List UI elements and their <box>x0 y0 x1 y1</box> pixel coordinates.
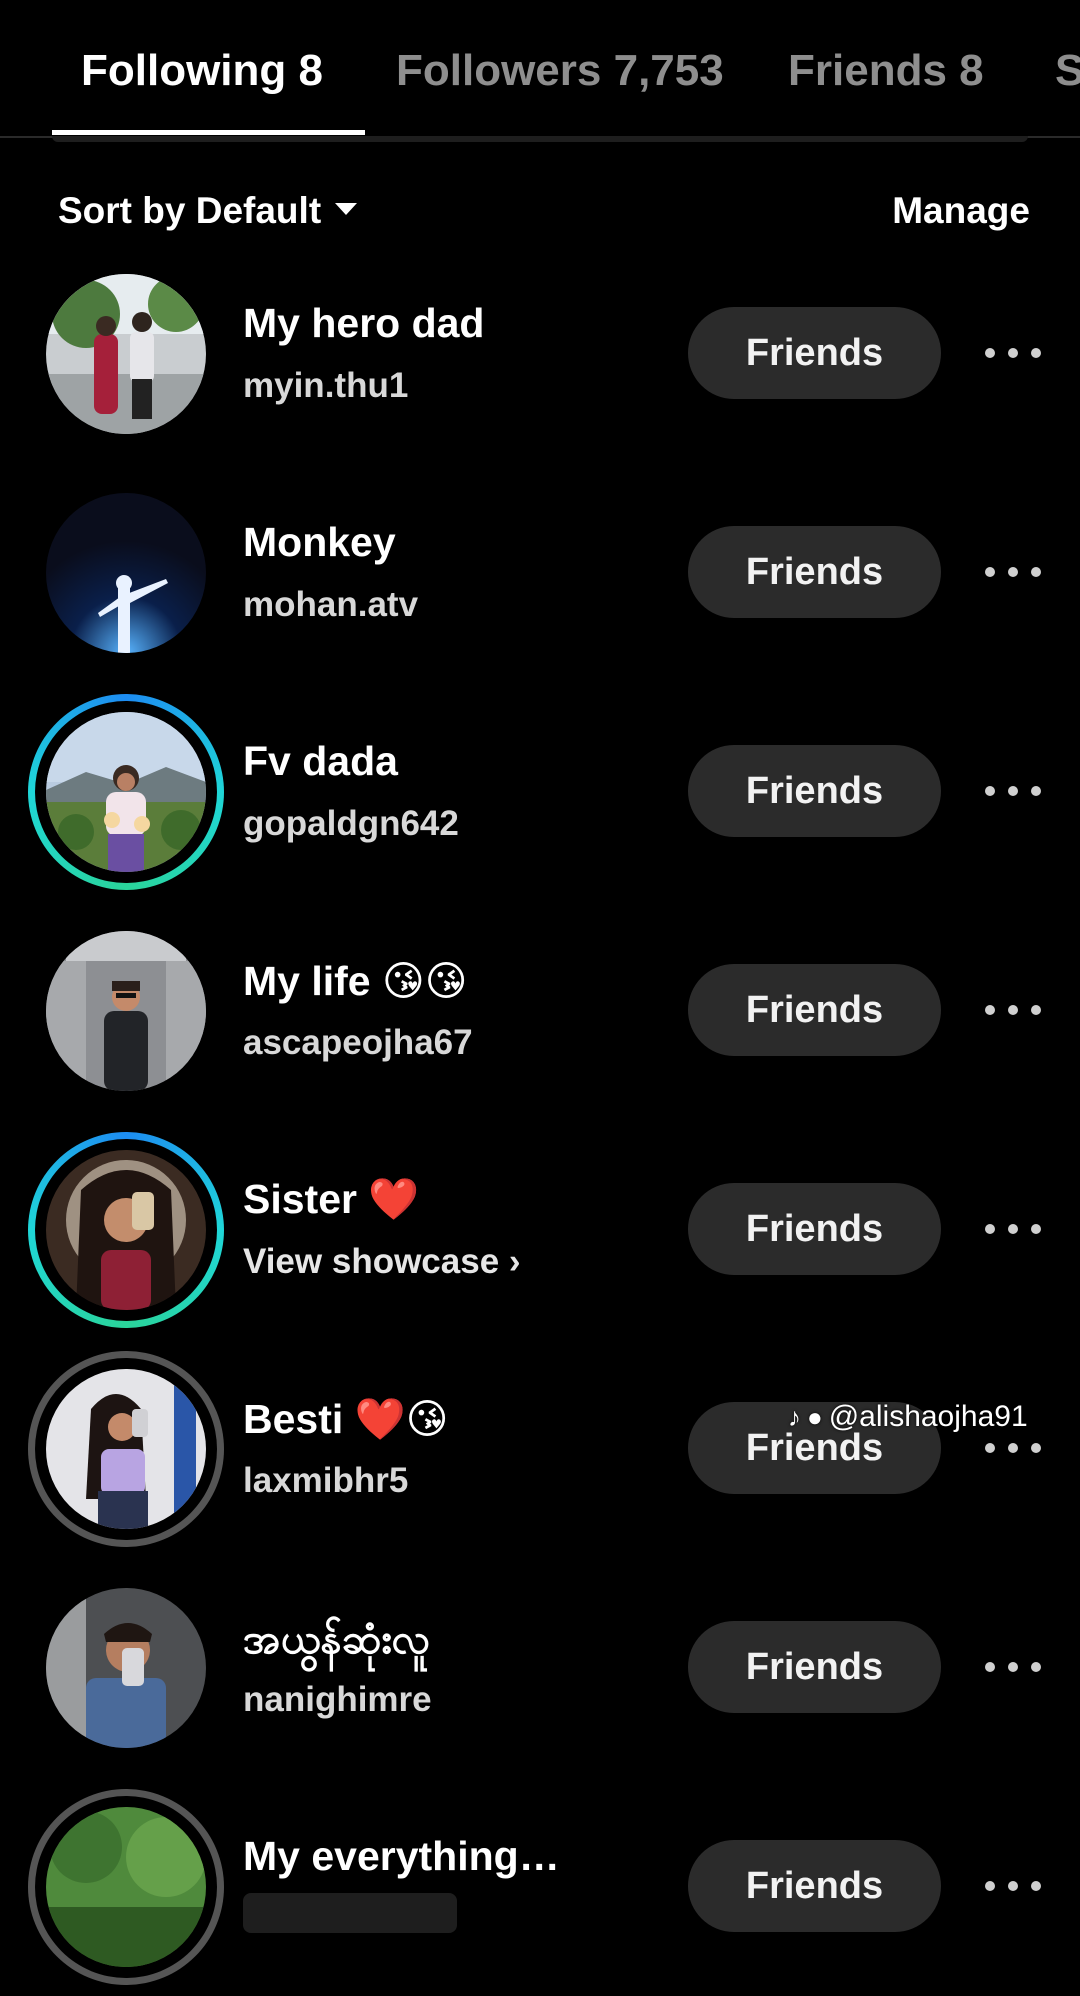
display-name: My hero dad <box>243 300 485 346</box>
tab-friends[interactable]: Friends 8 <box>788 46 984 96</box>
more-options-icon[interactable] <box>985 1212 1041 1246</box>
display-name: My everything… <box>243 1833 560 1879</box>
username: gopaldgn642 <box>243 804 459 843</box>
display-name: My life 😘😘 <box>243 958 468 1004</box>
search-bar-edge <box>52 136 1028 142</box>
tab-bar: Following 8 Followers 7,753 Friends 8 S <box>0 0 1080 138</box>
friends-button[interactable]: Friends <box>688 1621 941 1713</box>
person-icon: ● <box>807 1401 823 1432</box>
tiktok-icon: ♪ <box>788 1401 801 1432</box>
list-item[interactable]: အယွန်ဆုံးလူ nanighimre Friends <box>0 1558 1080 1777</box>
more-options-icon[interactable] <box>985 1431 1041 1465</box>
list-item[interactable]: Fv dada gopaldgn642 Friends <box>0 682 1080 901</box>
username: laxmibhr5 <box>243 1461 409 1500</box>
more-options-icon[interactable] <box>985 774 1041 808</box>
manage-button[interactable]: Manage <box>892 190 1030 232</box>
watermark: ♪ ● @alishaojha91 <box>788 1400 1028 1434</box>
sort-label: Sort by Default <box>58 190 322 231</box>
avatar[interactable] <box>46 1150 206 1310</box>
avatar[interactable] <box>46 712 206 872</box>
list-item[interactable]: Monkey mohan.atv Friends <box>0 463 1080 682</box>
list-item[interactable]: Sister ❤️ View showcase › Friends <box>0 1120 1080 1339</box>
caret-down-icon <box>335 203 358 216</box>
view-showcase-link[interactable]: View showcase › <box>243 1242 521 1282</box>
more-options-icon[interactable] <box>985 1650 1041 1684</box>
tab-suggested[interactable]: S <box>1055 46 1080 96</box>
active-tab-indicator <box>52 130 365 135</box>
avatar[interactable] <box>46 493 206 653</box>
list-item[interactable]: My hero dad myin.thu1 Friends <box>0 244 1080 463</box>
list-item[interactable]: My life 😘😘 ascapeojha67 Friends <box>0 901 1080 1120</box>
more-options-icon[interactable] <box>985 555 1041 589</box>
display-name: အယွန်ဆုံးလူ <box>243 1616 431 1662</box>
display-name: Besti ❤️😘 <box>243 1396 449 1442</box>
avatar[interactable] <box>46 1369 206 1529</box>
tab-following[interactable]: Following 8 <box>81 46 323 96</box>
more-options-icon[interactable] <box>985 993 1041 1027</box>
display-name: Sister ❤️ <box>243 1176 420 1222</box>
friends-button[interactable]: Friends <box>688 1840 941 1932</box>
username: nanighimre <box>243 1680 432 1719</box>
tab-followers[interactable]: Followers 7,753 <box>396 46 724 96</box>
watermark-text: @alishaojha91 <box>828 1400 1028 1433</box>
status-chip <box>243 1893 457 1933</box>
list-item[interactable]: Besti ❤️😘 laxmibhr5 Friends <box>0 1339 1080 1558</box>
list-item[interactable]: My everything… Friends <box>0 1777 1080 1996</box>
sort-dropdown[interactable]: Sort by Default <box>58 190 358 232</box>
friends-button[interactable]: Friends <box>688 307 941 399</box>
username: myin.thu1 <box>243 366 409 405</box>
more-options-icon[interactable] <box>985 336 1041 370</box>
friends-button[interactable]: Friends <box>688 745 941 837</box>
more-options-icon[interactable] <box>985 1869 1041 1903</box>
friends-button[interactable]: Friends <box>688 526 941 618</box>
friends-button[interactable]: Friends <box>688 1183 941 1275</box>
avatar[interactable] <box>46 931 206 1091</box>
username: ascapeojha67 <box>243 1023 473 1062</box>
avatar[interactable] <box>46 274 206 434</box>
username: mohan.atv <box>243 585 419 624</box>
avatar[interactable] <box>46 1588 206 1748</box>
display-name: Monkey <box>243 519 396 565</box>
avatar[interactable] <box>46 1807 206 1967</box>
friends-button[interactable]: Friends <box>688 964 941 1056</box>
display-name: Fv dada <box>243 738 398 784</box>
